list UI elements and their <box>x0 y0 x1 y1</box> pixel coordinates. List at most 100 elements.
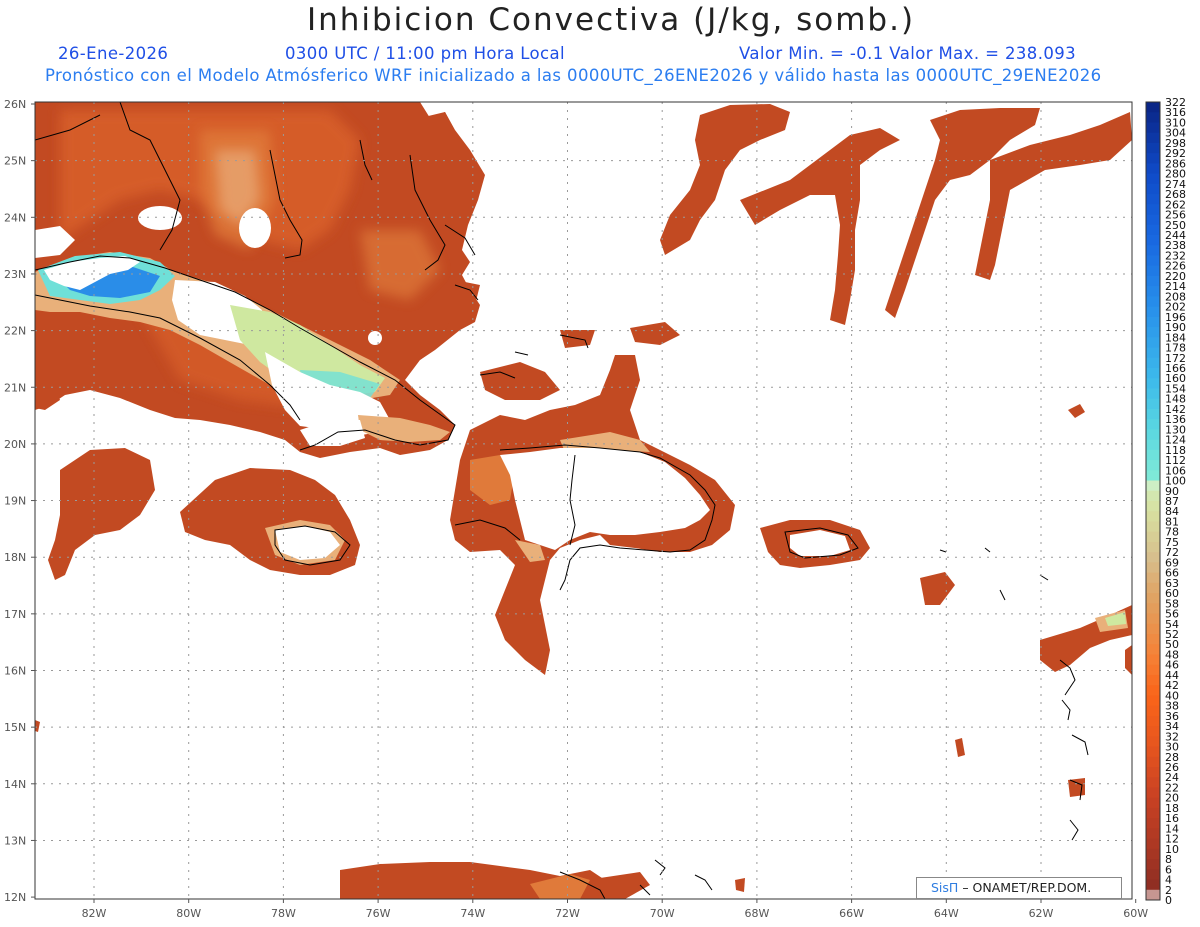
colorbar-swatch <box>1146 767 1160 778</box>
lat-label: 24N <box>4 211 26 224</box>
credit-box: SisΠ – ONAMET/REP.DOM. <box>916 877 1122 899</box>
lat-label: 19N <box>4 495 26 508</box>
colorbar-swatch <box>1146 562 1160 574</box>
lat-label: 21N <box>4 381 26 394</box>
lon-label: 62W <box>1029 907 1054 920</box>
colorbar-swatch <box>1146 603 1160 615</box>
colorbar-swatch <box>1146 644 1160 655</box>
colorbar-swatch <box>1146 245 1160 256</box>
colorbar-swatch <box>1146 818 1160 829</box>
lat-label: 25N <box>4 155 26 168</box>
colorbar-swatch <box>1146 357 1160 369</box>
colorbar-swatch <box>1146 674 1160 686</box>
lat-label: 18N <box>4 551 26 564</box>
colorbar-swatch <box>1146 429 1160 441</box>
colorbar-swatch <box>1146 889 1160 901</box>
colorbar-swatch <box>1146 204 1160 216</box>
lat-label: 22N <box>4 325 26 338</box>
lat-label: 26N <box>4 98 26 111</box>
colorbar-swatch <box>1146 777 1160 788</box>
lon-label: 76W <box>366 907 391 920</box>
colorbar-swatch <box>1146 664 1160 676</box>
colorbar-swatch <box>1146 593 1160 604</box>
colorbar-swatch <box>1146 153 1160 164</box>
colorbar-swatch <box>1146 797 1160 809</box>
longitude-labels: 82W 80W 78W 76W 74W 72W 70W 68W 66W 64W 62W 60W <box>82 899 1148 920</box>
lon-label: 82W <box>82 907 107 920</box>
colorbar-swatch <box>1146 705 1160 717</box>
colorbar-swatch <box>1146 337 1160 349</box>
colorbar-swatch <box>1146 541 1160 553</box>
colorbar-swatch <box>1146 398 1160 410</box>
lon-label: 72W <box>555 907 580 920</box>
cin-map: 26N 25N 24N 23N 22N 21N 20N 19N 18N 17N 16N 15N 14N 1… <box>4 96 1186 920</box>
colorbar-swatch <box>1146 511 1160 522</box>
colorbar-swatch <box>1146 859 1160 870</box>
colorbar-swatch <box>1146 470 1160 482</box>
colorbar-swatch <box>1146 275 1160 287</box>
colorbar-swatch <box>1146 388 1160 400</box>
colorbar-swatch <box>1146 265 1160 277</box>
lon-label: 78W <box>271 907 296 920</box>
colorbar-swatch <box>1146 654 1160 666</box>
colorbar-swatch <box>1146 142 1160 154</box>
colorbar-swatch <box>1146 828 1160 840</box>
colorbar-swatch <box>1146 490 1160 502</box>
lat-label: 16N <box>4 665 26 678</box>
lat-label: 12N <box>4 891 26 904</box>
lon-label: 70W <box>650 907 675 920</box>
colorbar-swatch <box>1146 163 1160 175</box>
colorbar-swatch <box>1146 235 1160 246</box>
colorbar-swatch <box>1146 286 1160 297</box>
colorbar: 3223163103042982922862802742682622562502… <box>1145 96 1186 907</box>
colorbar-swatch <box>1146 255 1160 267</box>
lon-label: 74W <box>460 907 485 920</box>
colorbar-swatch <box>1146 531 1160 543</box>
colorbar-swatch <box>1146 194 1160 205</box>
lon-label: 64W <box>934 907 959 920</box>
lat-label: 23N <box>4 268 26 281</box>
lon-label: 60W <box>1123 907 1148 920</box>
colorbar-swatch <box>1146 726 1160 737</box>
colorbar-swatch <box>1146 848 1160 860</box>
colorbar-swatch <box>1146 460 1160 471</box>
colorbar-swatch <box>1146 224 1160 236</box>
colorbar-swatch <box>1146 787 1160 799</box>
colorbar-swatch <box>1146 183 1160 195</box>
lat-label: 15N <box>4 721 26 734</box>
lat-label: 17N <box>4 608 26 621</box>
colorbar-swatch <box>1146 408 1160 420</box>
colorbar-swatch <box>1146 623 1160 635</box>
colorbar-swatch <box>1146 347 1160 359</box>
colorbar-swatch <box>1146 501 1160 512</box>
lon-label: 80W <box>176 907 201 920</box>
colorbar-swatch <box>1146 112 1160 123</box>
colorbar-swatch <box>1146 449 1160 461</box>
colorbar-swatch <box>1146 173 1160 185</box>
colorbar-swatch <box>1146 419 1160 430</box>
sispi-logo: SisΠ <box>931 880 959 895</box>
colorbar-swatch <box>1146 685 1160 696</box>
colorbar-swatch <box>1146 715 1160 727</box>
colorbar-swatch <box>1146 582 1160 594</box>
colorbar-swatch <box>1146 521 1160 533</box>
colorbar-swatch <box>1146 214 1160 226</box>
colorbar-swatch <box>1146 306 1160 318</box>
colorbar-swatch <box>1146 879 1160 891</box>
colorbar-swatch <box>1146 122 1160 134</box>
lat-label: 20N <box>4 438 26 451</box>
colorbar-swatch <box>1146 838 1160 850</box>
colorbar-swatch <box>1146 327 1160 338</box>
lat-label: 14N <box>4 778 26 791</box>
lat-label: 13N <box>4 834 26 847</box>
colorbar-swatch <box>1146 634 1160 645</box>
colorbar-swatch <box>1146 869 1160 881</box>
colorbar-swatch <box>1146 552 1160 563</box>
lon-label: 66W <box>839 907 864 920</box>
colorbar-swatch <box>1146 132 1160 144</box>
colorbar-swatch <box>1146 368 1160 379</box>
colorbar-swatch <box>1146 756 1160 768</box>
credit-text: – ONAMET/REP.DOM. <box>962 880 1092 895</box>
lon-label: 68W <box>744 907 769 920</box>
colorbar-swatch <box>1146 736 1160 748</box>
